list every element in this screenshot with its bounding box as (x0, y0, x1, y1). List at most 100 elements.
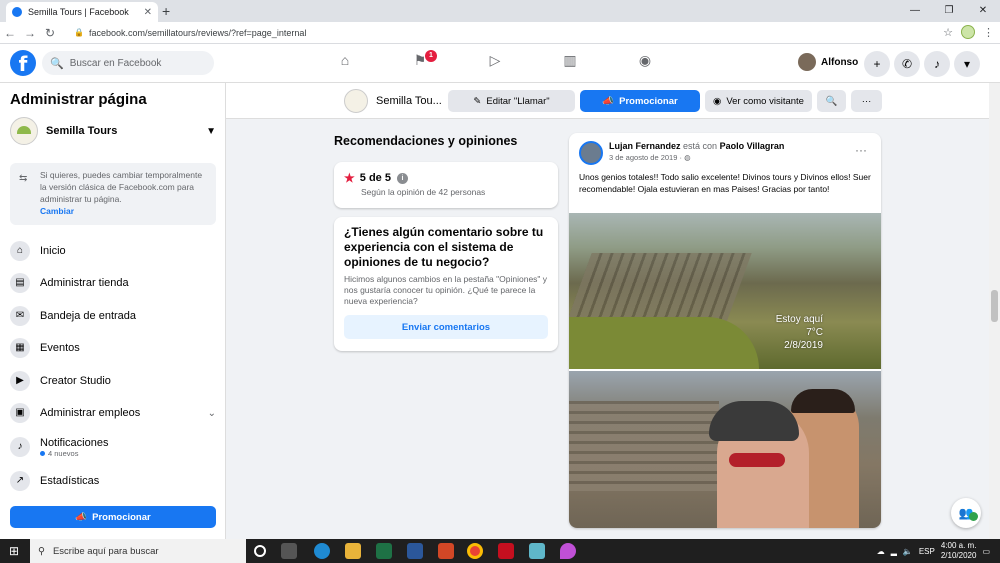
network-icon[interactable]: ▂ (891, 547, 897, 556)
avatar[interactable] (579, 141, 603, 165)
paint-icon[interactable] (560, 543, 576, 559)
photo-caption-line: 2/8/2019 (784, 340, 823, 351)
edge-icon[interactable] (314, 543, 330, 559)
lock-icon: 🔒 (74, 28, 84, 37)
watch-icon[interactable]: ▷ (483, 52, 507, 74)
language-indicator[interactable]: ESP (919, 547, 935, 556)
app-icon[interactable] (529, 543, 545, 559)
windows-start-icon[interactable]: ⊞ (9, 544, 19, 558)
tab-title: Semilla Tours | Facebook (28, 7, 129, 17)
create-plus-icon[interactable]: + (864, 51, 890, 77)
chrome-icon[interactable] (467, 543, 483, 559)
briefcase-icon: ▣ (10, 403, 30, 423)
post-photo-selfie[interactable] (569, 371, 881, 528)
sidebar-promote-button[interactable]: 📣 Promocionar (10, 506, 216, 528)
url-text: facebook.com/semillatours/reviews/?ref=p… (88, 27, 307, 38)
page-header-title: Semilla Tou... (376, 95, 442, 107)
post-date[interactable]: 3 de agosto de 2019 · (609, 153, 684, 162)
search-input[interactable]: 🔍 Buscar en Facebook (42, 51, 214, 75)
rating-card: ★ 5 de 5 i Según la opinión de 42 personas (334, 162, 558, 208)
search-placeholder: Buscar en Facebook (69, 57, 162, 69)
edit-call-label: Editar "Llamar" (486, 95, 550, 107)
profile-link[interactable]: Alfonso (798, 53, 858, 71)
sidebar-item-creator-studio[interactable]: ▶ Creator Studio (10, 367, 216, 395)
back-icon[interactable]: ← (0, 26, 20, 40)
star-icon: ★ (344, 171, 355, 185)
post-photo-machu-picchu[interactable]: Estoy aquí 7°C 2/8/2019 (569, 213, 881, 369)
excel-icon[interactable] (376, 543, 392, 559)
word-icon[interactable] (407, 543, 423, 559)
notifications-bell-icon[interactable]: ♪ (924, 51, 950, 77)
home-nav-icon[interactable]: ⌂ (333, 52, 357, 74)
weather-icon[interactable]: ☁ (877, 547, 885, 556)
minimize-button[interactable]: — (898, 0, 932, 22)
account-menu-icon[interactable]: ▾ (954, 51, 980, 77)
scrollbar-thumb[interactable] (991, 290, 998, 322)
caret-down-icon: ▼ (206, 125, 216, 137)
sidebar-item-label: Notificaciones (40, 436, 109, 449)
sidebar-item-empleos[interactable]: ▣ Administrar empleos ⌄ (10, 399, 216, 427)
rating-value: 5 de 5 (359, 172, 391, 184)
notification-center-icon[interactable]: ▭ (982, 547, 990, 556)
photo-caption-line: Estoy aquí (775, 314, 823, 325)
more-options-button[interactable]: ··· (851, 90, 882, 112)
edit-call-button[interactable]: ✎ Editar "Llamar" (448, 90, 575, 112)
bookmark-star-icon[interactable]: ☆ (943, 26, 953, 39)
browser-menu-icon[interactable]: ⋮ (983, 26, 994, 39)
switch-arrows-icon: ⇆ (19, 173, 28, 184)
groups-icon[interactable]: ◉ (633, 52, 657, 74)
sidebar-item-label: Administrar tienda (40, 277, 129, 289)
post-author[interactable]: Lujan Fernandez (609, 141, 681, 151)
marketplace-icon[interactable]: ▥ (558, 52, 582, 74)
page-header-name[interactable]: Semilla Tou... (344, 89, 442, 113)
reload-icon[interactable]: ↻ (40, 26, 60, 40)
photo-caption-line: 7°C (806, 327, 823, 338)
page-selector[interactable]: Semilla Tours ▼ (10, 117, 216, 145)
photo-ruins (569, 253, 752, 323)
sidebar-item-bandeja[interactable]: ✉ Bandeja de entrada (10, 302, 216, 330)
messenger-icon[interactable]: ✆ (894, 51, 920, 77)
system-tray: ☁ ▂ 🔈 ESP 4:00 a. m. 2/10/2020 ▭ (877, 541, 990, 561)
view-as-visitor-button[interactable]: ◉ Ver como visitante (705, 90, 812, 112)
sidebar-item-estadisticas[interactable]: ↗ Estadísticas (10, 467, 216, 495)
cortana-icon[interactable] (254, 545, 266, 557)
extension-icon[interactable] (961, 25, 975, 39)
post-tagged-user[interactable]: Paolo Villagran (720, 141, 785, 151)
sidebar-item-label: Creator Studio (40, 375, 111, 387)
header-promote-button[interactable]: 📣 Promocionar (580, 90, 700, 112)
switch-link[interactable]: Cambiar (40, 205, 210, 217)
browser-tab[interactable]: Semilla Tours | Facebook ✕ (6, 2, 158, 22)
chevron-down-icon: ⌄ (207, 407, 216, 419)
sidebar-item-eventos[interactable]: ▦ Eventos (10, 334, 216, 362)
post-options-icon[interactable]: ··· (855, 143, 867, 157)
task-view-icon[interactable] (281, 543, 297, 559)
page-search-button[interactable]: 🔍 (817, 90, 846, 112)
manage-page-sidebar: Administrar página Semilla Tours ▼ ⇆ Si … (0, 83, 226, 539)
sidebar-item-tienda[interactable]: ▤ Administrar tienda (10, 269, 216, 297)
rating-subtitle: Según la opinión de 42 personas (361, 187, 486, 197)
sidebar-item-notificaciones[interactable]: ♪ Notificaciones 4 nuevos (10, 432, 216, 462)
creator-icon: ▶ (10, 371, 30, 391)
post-with-text: está con (683, 141, 718, 151)
photo-sunglasses (729, 453, 785, 467)
volume-icon[interactable]: 🔈 (903, 547, 913, 556)
close-tab-icon[interactable]: ✕ (144, 7, 152, 18)
powerpoint-icon[interactable] (438, 543, 454, 559)
inbox-icon: ✉ (10, 306, 30, 326)
calendar-icon: ▦ (10, 338, 30, 358)
url-field[interactable]: 🔒 facebook.com/semillatours/reviews/?ref… (74, 28, 306, 38)
search-icon: ⚲ (38, 545, 45, 557)
send-feedback-button[interactable]: Enviar comentarios (344, 315, 548, 339)
taskbar-clock[interactable]: 4:00 a. m. 2/10/2020 (941, 541, 977, 561)
forward-icon[interactable]: → (20, 26, 40, 40)
acrobat-icon[interactable] (498, 543, 514, 559)
close-window-button[interactable]: ✕ (966, 0, 1000, 22)
info-icon[interactable]: i (396, 172, 408, 184)
sidebar-item-label: Bandeja de entrada (40, 310, 137, 322)
file-explorer-icon[interactable] (345, 543, 361, 559)
facebook-logo-icon[interactable]: f (10, 50, 36, 76)
new-tab-icon[interactable]: + (162, 3, 170, 19)
restore-button[interactable]: ❐ (932, 0, 966, 22)
sidebar-item-inicio[interactable]: ⌂ Inicio (10, 237, 216, 265)
taskbar-search-input[interactable]: ⚲ Escribe aquí para buscar (30, 539, 246, 563)
